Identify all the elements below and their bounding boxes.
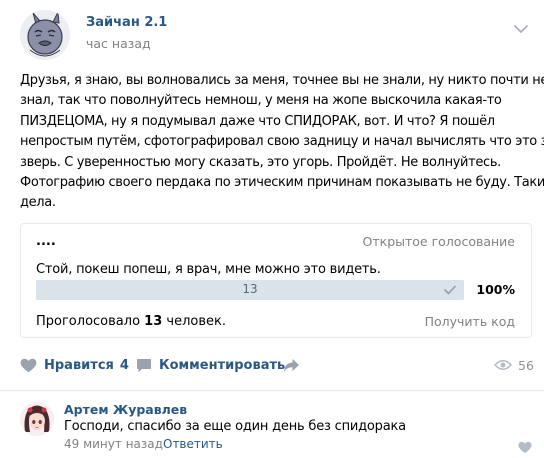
chevron-down-icon[interactable]: [513, 20, 529, 34]
comment-icon: [137, 358, 151, 372]
post-text-line: Друзья, я знаю, вы волновались за меня, …: [20, 73, 544, 88]
comment-button[interactable]: Комментировать: [136, 350, 285, 380]
comment-label: Комментировать: [159, 357, 286, 373]
anime-girl-avatar-image: [20, 402, 54, 436]
eye-icon: [494, 360, 512, 370]
post-text-line: дела.: [20, 195, 56, 211]
comment-reply-link[interactable]: Ответить: [163, 437, 223, 451]
poll-get-code-link[interactable]: Получить код: [425, 314, 515, 329]
post-text-line: знал, так что поволнуйтесь немнош, у мен…: [20, 93, 502, 109]
poll-option-label: Стой, покеш попеш, я врач, мне можно это…: [36, 262, 381, 277]
post-text-line: Фотографию своего пердака по этическим п…: [20, 175, 544, 191]
bunny-avatar-image: [20, 10, 70, 60]
post-text-line: непростым путём, сфотографировал свою за…: [20, 134, 544, 150]
views-count: 56: [518, 357, 534, 373]
like-button[interactable]: Нравится 4: [20, 350, 129, 380]
views-counter: 56: [494, 350, 534, 380]
checkmark-icon: [444, 285, 456, 295]
share-icon: [284, 358, 299, 372]
poll-option-votes: 13: [242, 282, 258, 296]
comment-author-name[interactable]: Артем Журавлев: [64, 402, 187, 417]
poll-option-percent: 100%: [476, 282, 515, 297]
poll-type-label: Открытое голосование: [362, 234, 515, 249]
poll: .... Открытое голосование Стой, покеш по…: [20, 223, 532, 338]
heart-icon: [518, 441, 532, 454]
post-text-line: зверь. С уверенностью могу сказать, это …: [20, 154, 501, 170]
heart-icon: [20, 358, 37, 372]
comment-time[interactable]: 49 минут назад: [64, 437, 163, 451]
comment-like-button[interactable]: [518, 439, 532, 454]
poll-voted-count[interactable]: 13: [144, 314, 162, 329]
poll-voted-summary: Проголосовало 13 человек.: [36, 314, 226, 329]
post-actions: Нравится 4 Комментировать: [0, 350, 544, 380]
share-button[interactable]: [283, 350, 300, 380]
comments-divider: [0, 390, 544, 391]
post-time[interactable]: час назад: [86, 36, 151, 51]
wall-post: Зайчан 2.1 час назад Друзья, я знаю, вы …: [0, 0, 544, 384]
poll-voted-prefix: Проголосовало: [36, 314, 141, 329]
poll-voted-suffix: человек.: [166, 314, 226, 329]
post-text: Друзья, я знаю, вы волновались за меня, …: [20, 71, 544, 214]
like-label: Нравится: [44, 357, 114, 373]
poll-title: ....: [36, 234, 56, 249]
like-count: 4: [119, 357, 129, 373]
post-text-line: ПИЗДЕЦОМА, ну я подумывал даже что СПИДО…: [20, 113, 495, 129]
post-author-avatar[interactable]: [20, 10, 70, 60]
post-author-name[interactable]: Зайчан 2.1: [86, 15, 167, 30]
comment-text: Господи, спасибо за еще один день без сп…: [64, 419, 406, 434]
poll-option-bar[interactable]: 13: [36, 280, 464, 300]
comment-author-avatar[interactable]: [20, 402, 54, 436]
